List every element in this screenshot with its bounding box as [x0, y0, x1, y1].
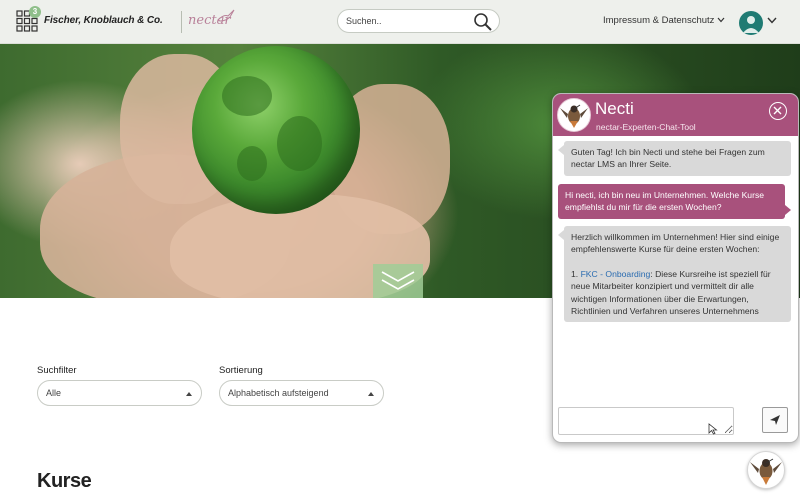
filter-select-value: Alle [46, 388, 62, 398]
impressum-label: Impressum & Datenschutz [603, 15, 715, 26]
chat-message-text: Guten Tag! Ich bin Necti und stehe bei F… [571, 147, 765, 170]
double-chevron-down-icon [381, 271, 415, 290]
chat-message-text: Herzlich willkommen im Unternehmen! Hier… [571, 232, 780, 255]
globe-continent [277, 116, 322, 171]
send-icon [770, 415, 780, 425]
chat-subtitle: nectar-Experten-Chat-Tool [596, 122, 696, 132]
close-button[interactable] [769, 102, 787, 120]
close-icon [773, 106, 782, 115]
chat-message-user: Hi necti, ich bin neu im Unternehmen. We… [558, 184, 791, 219]
company-brand[interactable]: Fischer, Knoblauch & Co. [44, 15, 163, 26]
chat-message-bot: Guten Tag! Ich bin Necti und stehe bei F… [558, 141, 791, 176]
chat-title: Necti [595, 99, 634, 118]
caret-up-icon [186, 392, 192, 396]
course-recommendation: 1. FKC - Onboarding: Diese Kursreihe ist… [571, 268, 784, 318]
search-input[interactable] [346, 13, 466, 29]
globe-continent [222, 76, 272, 116]
globe-continent [237, 146, 267, 181]
chat-window: Necti nectar-Experten-Chat-Tool Guten Ta… [552, 93, 799, 443]
send-button[interactable] [762, 407, 788, 433]
search-box[interactable] [337, 9, 500, 33]
open-chat-button[interactable] [747, 451, 785, 489]
user-avatar-icon[interactable] [739, 11, 763, 35]
chat-header: Necti nectar-Experten-Chat-Tool [553, 94, 798, 136]
mouse-cursor-icon [708, 423, 718, 435]
moss-globe [192, 46, 360, 214]
chat-message-bot: Herzlich willkommen im Unternehmen! Hier… [558, 226, 791, 323]
necti-bird-avatar-icon [750, 458, 782, 485]
course-link[interactable]: FKC - Onboarding [581, 269, 651, 279]
section-title: Kurse [37, 470, 92, 492]
sort-select[interactable]: Alphabetisch aufsteigend [219, 380, 384, 406]
impressum-menu[interactable]: Impressum & Datenschutz [603, 15, 725, 26]
top-header: 3 Fischer, Knoblauch & Co. nectar Impres… [0, 0, 800, 44]
search-icon[interactable] [473, 12, 493, 32]
necti-bird-avatar-icon [557, 98, 591, 132]
caret-up-icon [368, 392, 374, 396]
nectar-bird-icon [217, 9, 235, 22]
sort-label: Sortierung [219, 365, 263, 376]
filter-label: Suchfilter [37, 365, 77, 376]
chevron-down-icon[interactable] [767, 17, 777, 24]
notification-badge: 3 [29, 6, 41, 18]
sort-select-value: Alphabetisch aufsteigend [228, 388, 329, 398]
list-number: 1. [571, 268, 579, 279]
scroll-down-button[interactable] [373, 264, 423, 298]
filter-select[interactable]: Alle [37, 380, 202, 406]
chat-message-text: Hi necti, ich bin neu im Unternehmen. We… [565, 190, 765, 213]
brand-divider [181, 11, 182, 33]
chevron-down-icon [717, 18, 725, 23]
